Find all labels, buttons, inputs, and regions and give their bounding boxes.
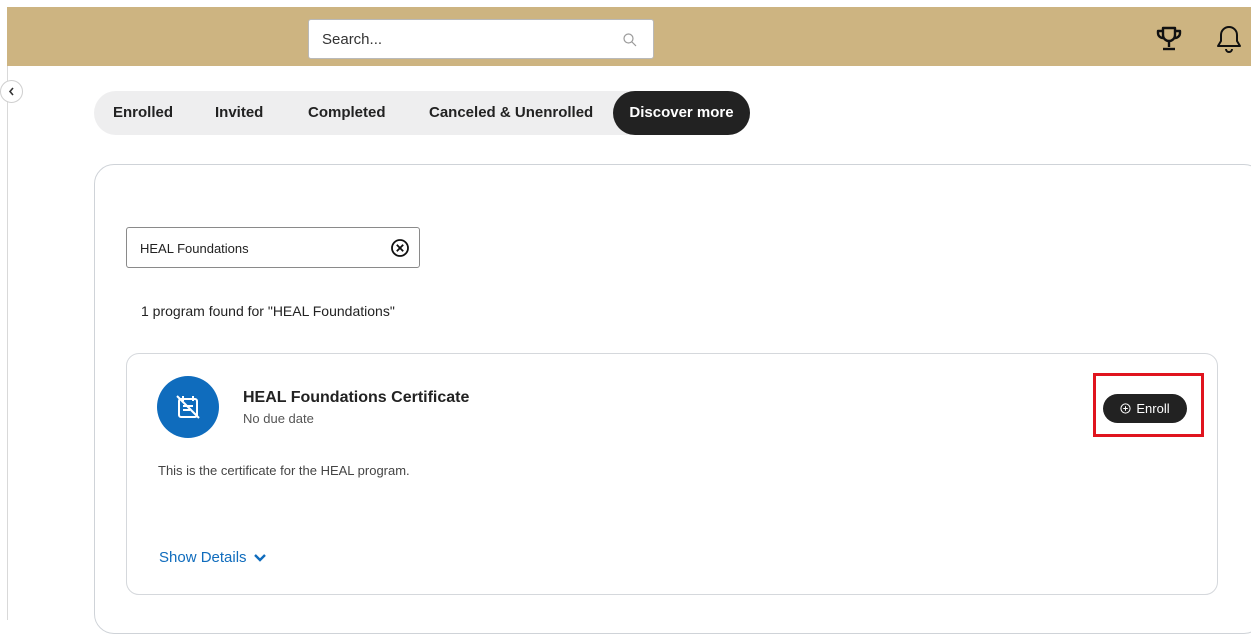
enroll-label: Enroll bbox=[1136, 401, 1170, 416]
enroll-button[interactable]: Enroll bbox=[1103, 394, 1187, 423]
chevron-down-icon bbox=[253, 553, 266, 562]
certificate-icon bbox=[176, 395, 200, 419]
search-input[interactable] bbox=[322, 30, 612, 48]
program-avatar bbox=[157, 376, 219, 438]
tab-invited[interactable]: Invited bbox=[215, 91, 263, 135]
top-header bbox=[7, 7, 1251, 66]
search-icon[interactable] bbox=[621, 31, 639, 49]
chevron-left-icon bbox=[8, 87, 14, 96]
search-box[interactable] bbox=[308, 19, 654, 59]
show-details-label: Show Details bbox=[159, 549, 247, 566]
program-search-field[interactable]: HEAL Foundations bbox=[126, 227, 420, 268]
program-title[interactable]: HEAL Foundations Certificate bbox=[243, 389, 469, 407]
tab-completed[interactable]: Completed bbox=[308, 91, 386, 135]
bell-icon[interactable] bbox=[1213, 23, 1245, 55]
program-due-date: No due date bbox=[243, 411, 314, 426]
trophy-icon[interactable] bbox=[1155, 25, 1183, 53]
tab-discover-more[interactable]: Discover more bbox=[613, 91, 750, 135]
results-count-text: 1 program found for "HEAL Foundations" bbox=[141, 303, 395, 319]
program-description: This is the certificate for the HEAL pro… bbox=[158, 463, 410, 478]
program-search-value[interactable]: HEAL Foundations bbox=[140, 241, 249, 256]
sidebar-toggle-button[interactable] bbox=[0, 80, 23, 103]
tab-canceled-unenrolled[interactable]: Canceled & Unenrolled bbox=[429, 91, 593, 135]
sidebar-divider bbox=[7, 66, 8, 620]
plus-circle-icon bbox=[1120, 403, 1131, 414]
tab-bar: Enrolled Invited Completed Canceled & Un… bbox=[94, 91, 750, 135]
tab-enrolled[interactable]: Enrolled bbox=[113, 91, 173, 135]
clear-circle-icon[interactable] bbox=[390, 238, 410, 258]
show-details-link[interactable]: Show Details bbox=[159, 549, 267, 566]
